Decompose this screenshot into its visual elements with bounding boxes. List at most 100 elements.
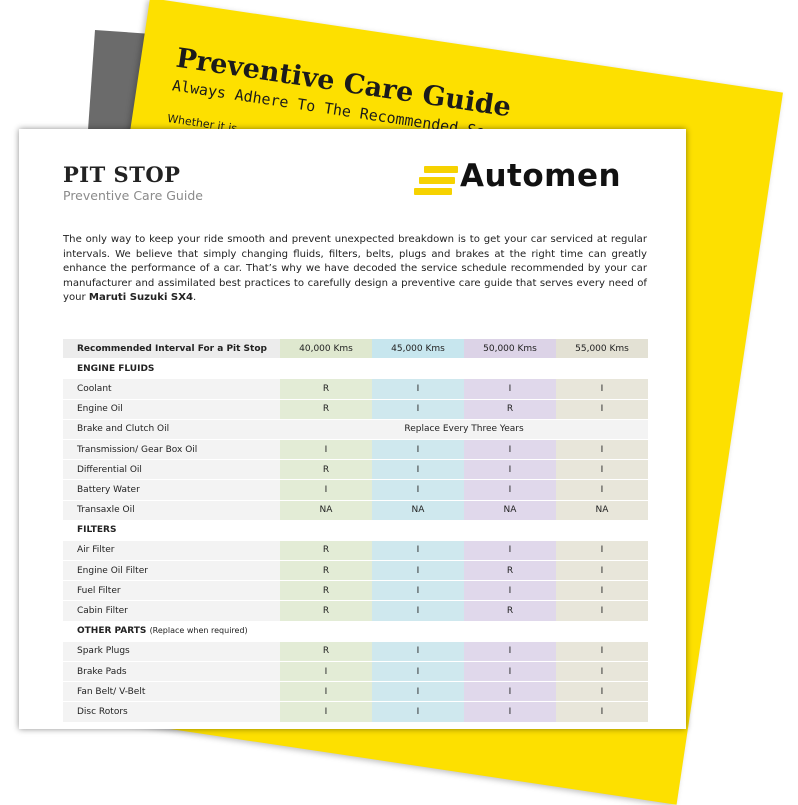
table-cell: R [280,561,372,582]
table-cell: I [556,581,648,602]
table-cell: I [372,561,464,582]
table-cell: I [556,682,648,703]
table-row: Air Filter R I I I [63,540,648,562]
row-label: Brake Pads [63,662,280,683]
table-cell: R [464,601,556,622]
logo-stripes-icon [414,166,460,196]
row-label: Engine Oil Filter [63,561,280,582]
intro-end: . [193,292,197,304]
section-heading: FILTERS [63,520,648,541]
table-row: Fuel Filter R I I I [63,581,648,602]
table-cell: NA [556,500,648,521]
table-cell: I [556,561,648,582]
table-cell: I [556,641,648,662]
row-label: Spark Plugs [63,641,280,662]
table-cell: R [464,561,556,582]
table-cell: I [372,460,464,481]
table-cell: I [372,379,464,400]
table-row: Cabin Filter R I R I [63,601,648,622]
table-cell: I [464,641,556,662]
header-interval-label: Recommended Interval For a Pit Stop [63,339,280,360]
section-heading: OTHER PARTS (Replace when required) [63,621,648,642]
table-cell: I [372,641,464,662]
table-cell: I [556,460,648,481]
table-cell: I [372,540,464,562]
section-title: FILTERS [77,525,117,536]
table-cell: I [464,460,556,481]
table-cell: I [372,662,464,683]
table-cell: NA [280,500,372,521]
table-cell: I [556,480,648,501]
table-header-row: Recommended Interval For a Pit Stop 40,00… [63,339,648,360]
brand-name: Automen [460,158,622,194]
table-cell: I [464,379,556,400]
car-model: Maruti Suzuki SX4 [88,292,194,304]
row-label: Disc Rotors [63,702,280,723]
row-label: Coolant [63,379,280,400]
table-row: Differential Oil R I I I [63,460,648,481]
header-column-3: 50,000 Kms [464,339,556,360]
table-cell: I [556,540,648,562]
row-label: Transaxle Oil [63,500,280,521]
section-note: (Replace when required) [149,626,248,636]
table-cell: I [464,581,556,602]
table-cell: R [280,379,372,400]
table-cell: R [464,399,556,420]
page-title: PIT STOP [63,162,181,187]
row-span-value: Replace Every Three Years [280,419,648,440]
table-cell: I [372,399,464,420]
table-row: Brake Pads I I I I [63,662,648,683]
row-label: Differential Oil [63,460,280,481]
table-cell: R [280,581,372,602]
table-cell: I [464,480,556,501]
row-label: Engine Oil [63,399,280,420]
intro-paragraph: The only way to keep your ride smooth an… [63,233,647,306]
section-row: OTHER PARTS (Replace when required) [63,621,648,642]
table-cell: I [556,439,648,461]
table-row: Coolant R I I I [63,379,648,400]
table-row: Transaxle Oil NA NA NA NA [63,500,648,521]
table-cell: I [280,662,372,683]
header-column-1: 40,000 Kms [280,339,372,360]
header-column-2: 45,000 Kms [372,339,464,360]
section-row: FILTERS [63,520,648,541]
table-cell: I [280,480,372,501]
table-row: Fan Belt/ V-Belt I I I I [63,682,648,703]
row-label: Cabin Filter [63,601,280,622]
row-label: Air Filter [63,540,280,562]
table-row: Disc Rotors I I I I [63,702,648,723]
row-label: Fan Belt/ V-Belt [63,682,280,703]
table-cell: I [556,601,648,622]
table-cell: NA [372,500,464,521]
table-cell: I [280,439,372,461]
section-title: OTHER PARTS [77,626,147,637]
section-row: ENGINE FLUIDS [63,359,648,380]
table-row: Engine Oil R I R I [63,399,648,420]
table-cell: I [464,702,556,723]
table-row: Spark Plugs R I I I [63,641,648,662]
table-cell: R [280,460,372,481]
table-cell: I [556,662,648,683]
table-cell: I [372,601,464,622]
row-label: Fuel Filter [63,581,280,602]
table-cell: I [464,682,556,703]
table-cell: I [372,682,464,703]
table-cell: I [464,662,556,683]
table-cell: NA [464,500,556,521]
row-label: Brake and Clutch Oil [63,419,280,440]
table-cell: I [372,702,464,723]
table-cell: R [280,641,372,662]
header-column-4: 55,000 Kms [556,339,648,360]
service-schedule-table: Recommended Interval For a Pit Stop 40,00… [63,339,648,723]
table-row: Transmission/ Gear Box Oil I I I I [63,439,648,461]
row-label: Transmission/ Gear Box Oil [63,439,280,461]
section-heading: ENGINE FLUIDS [63,359,648,380]
table-cell: I [556,702,648,723]
table-row: Battery Water I I I I [63,480,648,501]
table-cell: R [280,399,372,420]
table-cell: R [280,601,372,622]
table-cell: I [464,540,556,562]
table-cell: R [280,540,372,562]
table-cell: I [372,439,464,461]
page-subtitle: Preventive Care Guide [63,188,203,203]
